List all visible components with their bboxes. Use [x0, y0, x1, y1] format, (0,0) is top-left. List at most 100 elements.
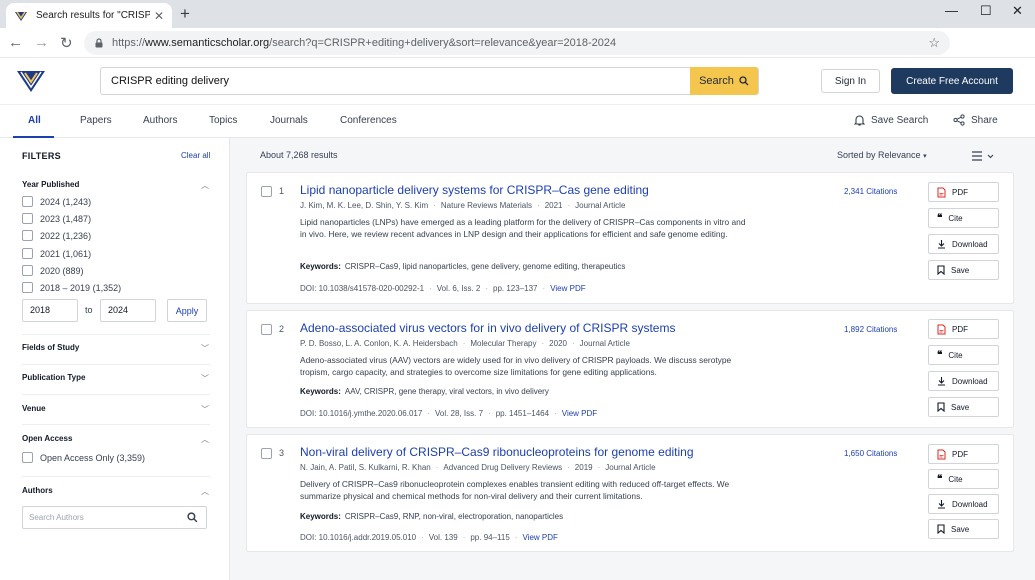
year-option-2022[interactable]: 2022 (1,236): [22, 230, 91, 241]
year-option-2018-2019[interactable]: 2018 – 2019 (1,352): [22, 282, 121, 293]
maximize-icon[interactable]: ☐: [980, 3, 992, 19]
new-tab-icon[interactable]: +: [180, 4, 190, 24]
tab-all[interactable]: All: [28, 115, 41, 126]
year-published-header[interactable]: Year Published: [22, 180, 79, 189]
result-number: 1: [279, 186, 285, 196]
cite-button[interactable]: ❝ Cite: [928, 469, 999, 489]
checkbox[interactable]: [22, 452, 33, 463]
browser-tab[interactable]: Search results for "CRISPR editing ✕: [6, 3, 172, 28]
checkbox[interactable]: [22, 230, 33, 241]
year-option-2021[interactable]: 2021 (1,061): [22, 248, 91, 259]
download-button[interactable]: Download: [928, 494, 999, 514]
pdf-icon: [937, 187, 946, 197]
checkbox[interactable]: [22, 213, 33, 224]
share-icon: [953, 114, 965, 126]
fields-of-study-header[interactable]: Fields of Study: [22, 343, 79, 352]
view-pdf-link[interactable]: View PDF: [550, 284, 585, 293]
search-button[interactable]: Search: [690, 67, 758, 95]
paper-type: Journal Article: [579, 339, 630, 348]
cite-label: Cite: [948, 474, 963, 484]
tab-authors[interactable]: Authors: [143, 115, 177, 126]
authors-filter-header[interactable]: Authors: [22, 486, 53, 495]
sign-in-button[interactable]: Sign In: [821, 69, 880, 93]
paper-authors[interactable]: J. Kim, M. K. Lee, D. Shin, Y. S. Kim: [300, 201, 428, 210]
save-button[interactable]: Save: [928, 397, 999, 417]
list-view-icon[interactable]: [971, 150, 995, 162]
paper-authors[interactable]: N. Jain, A. Patil, S. Kulkarni, R. Khan: [300, 463, 431, 472]
checkbox[interactable]: [22, 248, 33, 259]
year-option-2024[interactable]: 2024 (1,243): [22, 196, 91, 207]
citations-link[interactable]: 1,650 Citations: [844, 449, 897, 458]
chevron-down-icon[interactable]: ﹀: [201, 404, 209, 415]
semantic-scholar-logo-icon[interactable]: [16, 66, 46, 94]
bookmark-star-icon[interactable]: ☆: [928, 35, 940, 51]
open-access-header[interactable]: Open Access: [22, 434, 72, 443]
pdf-button[interactable]: PDF: [928, 319, 999, 339]
checkbox[interactable]: [22, 196, 33, 207]
results-tabs-bar: All Papers Authors Topics Journals Confe…: [0, 104, 1035, 138]
browser-tabstrip: Search results for "CRISPR editing ✕ + —…: [0, 0, 1035, 28]
tab-topics[interactable]: Topics: [209, 115, 237, 126]
pdf-button[interactable]: PDF: [928, 444, 999, 464]
close-window-icon[interactable]: ✕: [1012, 3, 1023, 19]
publication-type-header[interactable]: Publication Type: [22, 373, 85, 382]
tab-conferences[interactable]: Conferences: [340, 115, 397, 126]
download-icon: [938, 377, 945, 386]
paper-title-link[interactable]: Lipid nanoparticle delivery systems for …: [300, 183, 649, 197]
save-button[interactable]: Save: [928, 260, 999, 280]
download-button[interactable]: Download: [928, 234, 999, 254]
year-from-input[interactable]: 2018: [22, 299, 78, 322]
view-pdf-link[interactable]: View PDF: [522, 533, 557, 542]
create-account-button[interactable]: Create Free Account: [891, 68, 1013, 94]
cite-button[interactable]: ❝ Cite: [928, 208, 999, 228]
paper-venue[interactable]: Advanced Drug Delivery Reviews: [443, 463, 562, 472]
paper-keywords: Keywords: CRISPR–Cas9, RNP, non-viral, el…: [300, 512, 563, 521]
checkbox[interactable]: [22, 282, 33, 293]
open-access-only-option[interactable]: Open Access Only (3,359): [22, 452, 145, 463]
apply-button[interactable]: Apply: [167, 299, 207, 322]
close-tab-icon[interactable]: ✕: [154, 9, 164, 23]
chevron-up-icon[interactable]: ︿: [201, 434, 209, 445]
chevron-up-icon[interactable]: ︿: [201, 180, 209, 191]
back-icon[interactable]: ←: [8, 34, 23, 51]
year-option-2020[interactable]: 2020 (889): [22, 265, 84, 276]
tab-papers[interactable]: Papers: [80, 115, 112, 126]
venue-header[interactable]: Venue: [22, 404, 46, 413]
tab-journals[interactable]: Journals: [270, 115, 308, 126]
search-authors-input[interactable]: Search Authors: [22, 506, 207, 529]
browser-tab-title: Search results for "CRISPR editing: [36, 10, 150, 21]
chevron-up-icon[interactable]: ︿: [201, 486, 209, 497]
chevron-down-icon[interactable]: ﹀: [201, 343, 209, 354]
paper-title-link[interactable]: Non-viral delivery of CRISPR–Cas9 ribonu…: [300, 445, 694, 459]
pdf-button[interactable]: PDF: [928, 182, 999, 202]
paper-venue[interactable]: Molecular Therapy: [470, 339, 536, 348]
paper-venue[interactable]: Nature Reviews Materials: [441, 201, 532, 210]
paper-authors[interactable]: P. D. Bosso, L. A. Conlon, K. A. Heiders…: [300, 339, 458, 348]
checkbox[interactable]: [22, 265, 33, 276]
save-search-button[interactable]: Save Search: [854, 114, 928, 126]
select-checkbox[interactable]: [261, 324, 272, 335]
forward-icon[interactable]: →: [34, 34, 49, 51]
citations-link[interactable]: 2,341 Citations: [844, 187, 897, 196]
view-pdf-link[interactable]: View PDF: [562, 409, 597, 418]
year-option-2023[interactable]: 2023 (1,487): [22, 213, 91, 224]
result-number: 2: [279, 324, 285, 334]
citations-link[interactable]: 1,892 Citations: [844, 325, 897, 334]
minimize-icon[interactable]: —: [945, 3, 958, 18]
share-button[interactable]: Share: [953, 114, 998, 126]
select-checkbox[interactable]: [261, 448, 272, 459]
download-button[interactable]: Download: [928, 371, 999, 391]
chevron-down-icon[interactable]: ﹀: [201, 373, 209, 384]
clear-all-link[interactable]: Clear all: [181, 151, 210, 160]
save-button[interactable]: Save: [928, 519, 999, 539]
search-input[interactable]: [101, 68, 691, 94]
sort-dropdown[interactable]: Sorted by Relevance ▾: [837, 150, 927, 160]
paper-meta: J. Kim, M. K. Lee, D. Shin, Y. S. Kim · Na…: [300, 201, 626, 210]
reload-icon[interactable]: ↻: [60, 34, 73, 52]
search-box: Search: [100, 67, 759, 95]
url-field[interactable]: https://www.semanticscholar.org/search?q…: [84, 31, 950, 55]
paper-title-link[interactable]: Adeno-associated virus vectors for in vi…: [300, 321, 675, 335]
year-to-input[interactable]: 2024: [100, 299, 156, 322]
cite-button[interactable]: ❝ Cite: [928, 345, 999, 365]
select-checkbox[interactable]: [261, 186, 272, 197]
